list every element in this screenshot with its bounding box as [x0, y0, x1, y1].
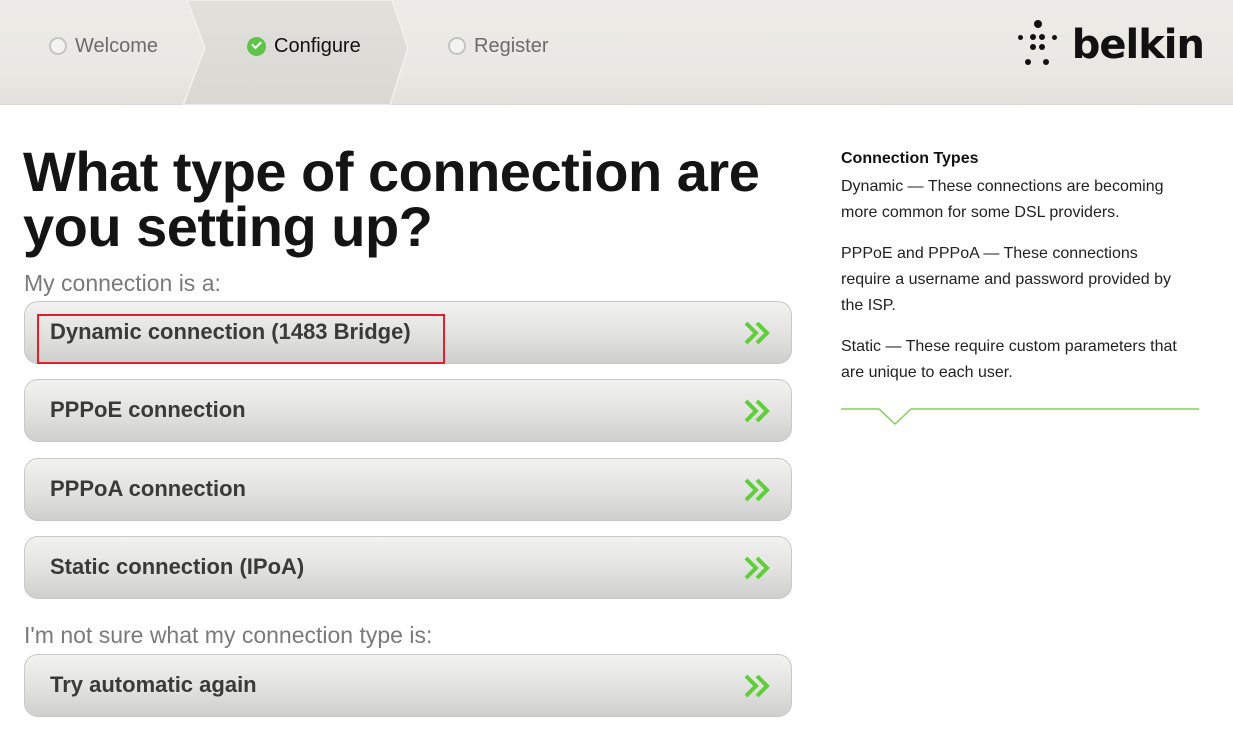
- step-label: Configure: [274, 34, 361, 57]
- step-label: Register: [474, 34, 549, 57]
- double-chevron-right-icon: [744, 674, 770, 698]
- step-welcome: Welcome: [49, 34, 158, 58]
- pppoe-connection-button[interactable]: PPPoE connection: [24, 379, 792, 442]
- button-label: PPPoA connection: [50, 476, 246, 501]
- button-label: Dynamic connection (1483 Bridge): [50, 319, 411, 344]
- static-connection-button[interactable]: Static connection (IPoA): [24, 536, 792, 599]
- sidebar-title: Connection Types: [841, 150, 979, 167]
- sidebar-divider-pointer: [841, 408, 1199, 426]
- sidebar-paragraph-dynamic: Dynamic — These connections are becoming…: [841, 178, 1164, 221]
- sidebar-paragraph-ppp: PPPoE and PPPoA — These connections requ…: [841, 245, 1171, 314]
- double-chevron-right-icon: [744, 556, 770, 580]
- connection-types-sidebar: Connection Types Dynamic — These connect…: [841, 150, 1201, 401]
- logo-text: belkin: [1071, 22, 1205, 68]
- step-incomplete-icon: [49, 37, 67, 55]
- double-chevron-right-icon: [744, 399, 770, 423]
- page-title: What type of connection are you setting …: [23, 140, 760, 258]
- belkin-logo: belkin: [1014, 14, 1205, 74]
- dynamic-connection-button[interactable]: Dynamic connection (1483 Bridge): [24, 301, 792, 364]
- double-chevron-right-icon: [744, 321, 770, 345]
- double-chevron-right-icon: [744, 478, 770, 502]
- unsure-label: I'm not sure what my connection type is:: [24, 622, 433, 648]
- belkin-dots-icon: [1014, 18, 1064, 70]
- button-label: Static connection (IPoA): [50, 554, 305, 579]
- connection-label: My connection is a:: [24, 270, 221, 296]
- sidebar-paragraph-static: Static — These require custom parameters…: [841, 338, 1177, 381]
- pppoa-connection-button[interactable]: PPPoA connection: [24, 458, 792, 521]
- step-label: Welcome: [75, 34, 158, 57]
- button-label: Try automatic again: [50, 672, 257, 697]
- check-circle-icon: [247, 36, 266, 56]
- step-register: Register: [448, 34, 548, 58]
- button-label: PPPoE connection: [50, 397, 246, 422]
- setup-header: Welcome Configure Register belkin: [0, 0, 1233, 105]
- step-configure: Configure: [247, 34, 361, 58]
- step-incomplete-icon: [448, 37, 466, 55]
- try-automatic-button[interactable]: Try automatic again: [24, 654, 792, 717]
